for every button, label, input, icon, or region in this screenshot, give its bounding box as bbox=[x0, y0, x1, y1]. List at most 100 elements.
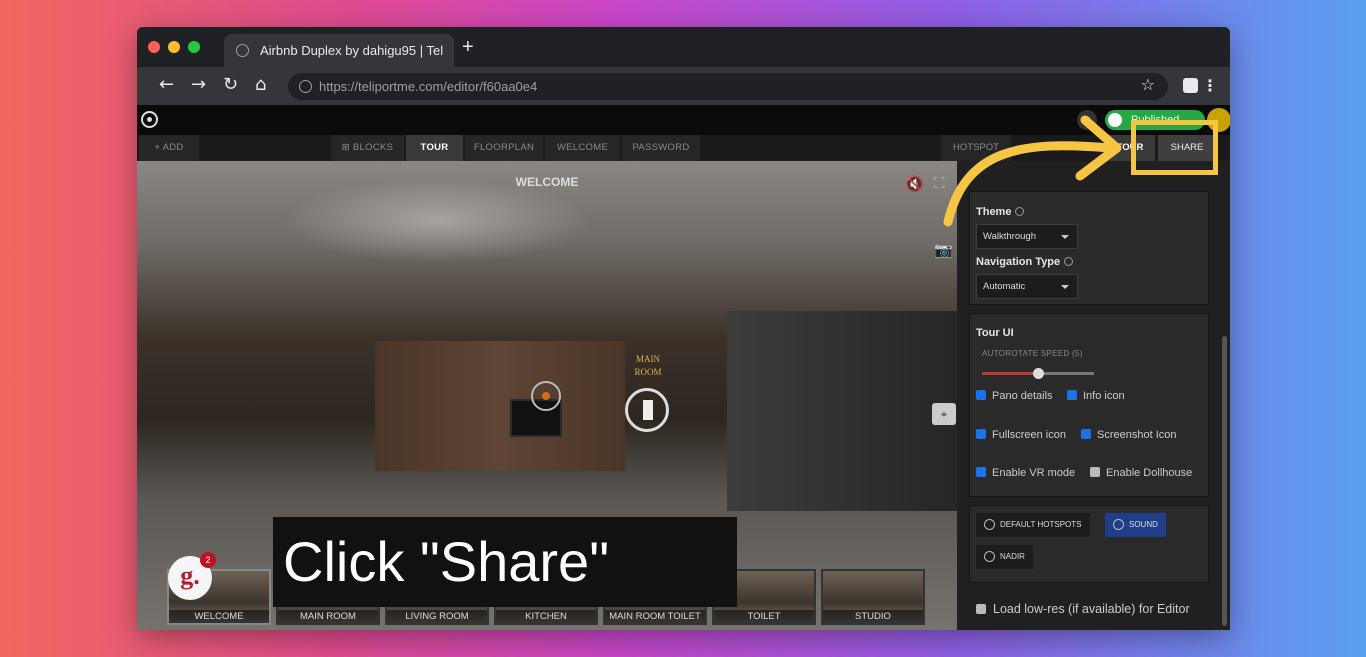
slider-fill bbox=[982, 372, 1038, 375]
editor-header: ■ Published bbox=[137, 105, 1230, 135]
close-window-icon[interactable] bbox=[148, 41, 160, 53]
crosshair-icon bbox=[531, 381, 561, 411]
checkbox-label: Screenshot Icon bbox=[1097, 429, 1177, 441]
teliportme-logo[interactable] bbox=[141, 111, 158, 128]
add-button[interactable]: + ADD bbox=[139, 135, 199, 161]
forward-icon[interactable]: → bbox=[191, 75, 206, 95]
tab-blocks-label: BLOCKS bbox=[352, 142, 394, 153]
speaker-icon bbox=[1113, 519, 1124, 530]
door-hotspot-icon[interactable] bbox=[625, 388, 669, 432]
tab-title: Airbnb Duplex by dahigu95 | Tel bbox=[260, 43, 444, 58]
nav-type-heading: Navigation Type bbox=[976, 256, 1074, 268]
browser-tab[interactable]: Airbnb Duplex by dahigu95 | Tel bbox=[224, 34, 454, 67]
autorotate-slider[interactable] bbox=[982, 368, 1094, 379]
fullscreen-icon[interactable]: ⛶ bbox=[934, 174, 945, 192]
checkbox-label: Info icon bbox=[1083, 390, 1125, 402]
tab-strip: Airbnb Duplex by dahigu95 | Tel + bbox=[137, 27, 1230, 67]
mute-icon[interactable]: 🔇 bbox=[905, 175, 924, 193]
theme-heading: Theme bbox=[976, 206, 1025, 218]
checkbox-label: Pano details bbox=[992, 390, 1053, 402]
gear-icon bbox=[984, 519, 995, 530]
checkbox-box[interactable] bbox=[976, 429, 986, 439]
instruction-caption: Click "Share" bbox=[273, 517, 737, 607]
hotspot-label: MAIN ROOM bbox=[631, 353, 665, 379]
info-icon[interactable] bbox=[1064, 257, 1074, 266]
checkbox-box[interactable] bbox=[976, 604, 986, 614]
checkbox-enable-dollhouse[interactable]: Enable Dollhouse bbox=[1090, 467, 1192, 479]
menu-kebab-icon[interactable]: ⋮ bbox=[1202, 76, 1218, 95]
panorama-viewer[interactable]: WELCOME 🔇 ⛶ 📷 ⌖ MAIN ROOM WELCOME MAIN R… bbox=[137, 161, 957, 630]
editor-app: ■ Published + ADD ⊞ BLOCKS TOUR FLOORPLA… bbox=[137, 105, 1230, 630]
theme-card: Theme Walkthrough Navigation Type Automa… bbox=[969, 191, 1209, 305]
nadir-label: NADIR bbox=[1000, 552, 1025, 561]
tab-hotspot[interactable]: HOTSPOT bbox=[941, 135, 1011, 161]
globe-icon bbox=[236, 44, 249, 57]
autorotate-label: AUTOROTATE SPEED (5) bbox=[982, 349, 1083, 358]
lowres-checkbox[interactable]: Load low-res (if available) for Editor bbox=[976, 602, 1190, 616]
toggle-knob bbox=[1108, 113, 1122, 127]
thumbnail-label: MAIN ROOM TOILET bbox=[605, 610, 705, 623]
checkbox-box[interactable] bbox=[976, 390, 986, 400]
new-tab-button[interactable]: + bbox=[462, 37, 474, 57]
url-text: https://teliportme.com/editor/f60aa0e4 bbox=[319, 79, 538, 94]
settings-panel: HOTSPOT TOUR SHARE Theme Walkthrough Nav… bbox=[941, 135, 1230, 630]
checkbox-box[interactable] bbox=[1081, 429, 1091, 439]
theme-label: Theme bbox=[976, 206, 1012, 218]
thumbnail-label: WELCOME bbox=[169, 610, 269, 623]
tab-password[interactable]: PASSWORD bbox=[622, 135, 700, 161]
bookmark-star-icon[interactable]: ☆ bbox=[1141, 75, 1155, 94]
nav-type-label: Navigation Type bbox=[976, 256, 1061, 268]
checkbox-info-icon[interactable]: Info icon bbox=[1067, 390, 1125, 402]
camera-icon[interactable]: 📷 bbox=[934, 241, 953, 259]
pano-title: WELCOME bbox=[515, 175, 579, 189]
hotspot-label-line2: ROOM bbox=[634, 367, 662, 377]
checkbox-label: Fullscreen icon bbox=[992, 429, 1066, 441]
thumbnail-label: MAIN ROOM bbox=[278, 610, 378, 623]
default-hotspots-label: DEFAULT HOTSPOTS bbox=[1000, 520, 1082, 529]
right-wall bbox=[727, 311, 957, 511]
reload-icon[interactable]: ↻ bbox=[223, 75, 238, 95]
tab-welcome[interactable]: WELCOME bbox=[545, 135, 620, 161]
tab-blocks[interactable]: ⊞ BLOCKS bbox=[331, 135, 404, 161]
checkbox-label: Enable VR mode bbox=[992, 467, 1076, 479]
browser-toolbar: ← → ↻ ⌂ https://teliportme.com/editor/f6… bbox=[137, 67, 1230, 105]
thumbnail-studio[interactable]: STUDIO bbox=[821, 569, 925, 625]
tab-floorplan[interactable]: FLOORPLAN bbox=[465, 135, 543, 161]
checkbox-enable-vr[interactable]: Enable VR mode bbox=[976, 467, 1075, 479]
checkbox-fullscreen-icon[interactable]: Fullscreen icon bbox=[976, 429, 1066, 441]
checkbox-box[interactable] bbox=[976, 467, 986, 477]
checkbox-pano-details[interactable]: Pano details bbox=[976, 390, 1053, 402]
thumbnail-label: LIVING ROOM bbox=[387, 610, 487, 623]
checkbox-box[interactable] bbox=[1067, 390, 1077, 400]
checkbox-box[interactable] bbox=[1090, 467, 1100, 477]
lock-icon[interactable]: ■ bbox=[1077, 110, 1097, 130]
slider-handle[interactable] bbox=[1033, 368, 1044, 379]
map-pin-icon[interactable]: ⌖ bbox=[932, 403, 956, 425]
thumbnail-label: TOILET bbox=[714, 610, 814, 623]
nav-type-select[interactable]: Automatic bbox=[976, 274, 1078, 299]
chevron-circle-icon bbox=[984, 551, 995, 562]
nadir-button[interactable]: NADIR bbox=[976, 545, 1033, 569]
maximize-window-icon[interactable] bbox=[188, 41, 200, 53]
sound-button[interactable]: SOUND bbox=[1105, 513, 1166, 537]
notification-count: 2 bbox=[200, 552, 216, 568]
thumbnail-label: KITCHEN bbox=[496, 610, 596, 623]
panel-scrollbar[interactable] bbox=[1222, 336, 1227, 626]
default-hotspots-button[interactable]: DEFAULT HOTSPOTS bbox=[976, 513, 1090, 537]
info-icon[interactable] bbox=[1015, 207, 1025, 216]
theme-select[interactable]: Walkthrough bbox=[976, 224, 1078, 249]
hotspot-buttons-card: DEFAULT HOTSPOTS SOUND NADIR bbox=[969, 505, 1209, 583]
extensions-icon[interactable] bbox=[1183, 78, 1198, 93]
tab-tour[interactable]: TOUR bbox=[406, 135, 463, 161]
wall-panel bbox=[375, 341, 625, 471]
checkbox-label: Enable Dollhouse bbox=[1106, 467, 1193, 479]
site-info-icon[interactable] bbox=[299, 80, 312, 93]
home-icon[interactable]: ⌂ bbox=[255, 75, 266, 95]
checkbox-screenshot-icon[interactable]: Screenshot Icon bbox=[1081, 429, 1177, 441]
address-bar[interactable]: https://teliportme.com/editor/f60aa0e4 bbox=[288, 73, 1168, 100]
hotspot-label-line1: MAIN bbox=[636, 354, 660, 364]
back-icon[interactable]: ← bbox=[159, 75, 174, 95]
lowres-label: Load low-res (if available) for Editor bbox=[993, 602, 1190, 616]
share-highlight-box bbox=[1131, 120, 1218, 175]
minimize-window-icon[interactable] bbox=[168, 41, 180, 53]
